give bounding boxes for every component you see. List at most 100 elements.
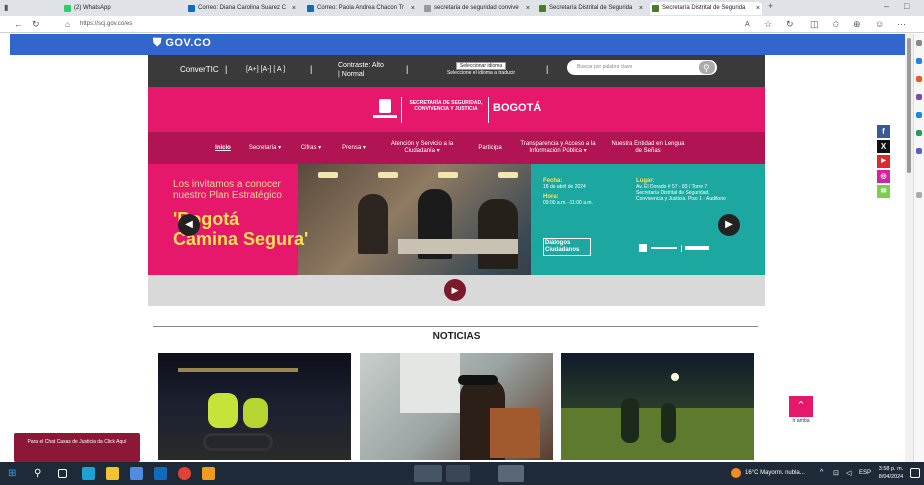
carousel-prev-button[interactable]: ◀ (178, 214, 200, 236)
minimize-icon[interactable]: – (884, 1, 889, 12)
add-icon[interactable] (916, 192, 922, 198)
nav-transparencia[interactable]: Transparencia y Acceso a la Información … (514, 132, 602, 164)
task-view-icon[interactable] (58, 469, 67, 478)
shopping-icon[interactable] (916, 76, 922, 82)
contrast-normal: | Normal (338, 71, 365, 78)
scrollbar-thumb[interactable] (907, 38, 911, 173)
youtube-icon[interactable]: ▶ (877, 155, 890, 168)
tray-chevron-icon[interactable]: ^ (820, 469, 823, 476)
back-icon[interactable]: ← (14, 19, 23, 30)
wall (400, 353, 460, 413)
tab-sdscj-active[interactable]: Secretaría Distrital de Segurida × (650, 2, 762, 15)
facebook-icon[interactable]: f (877, 125, 890, 138)
tab-mail-paola[interactable]: Correo: Paola Andrea Chacon Tr × (305, 2, 417, 15)
divider: | (546, 64, 549, 74)
nav-inicio[interactable]: Inicio (208, 132, 238, 164)
cap (458, 375, 498, 385)
games-icon[interactable] (916, 148, 922, 154)
close-icon[interactable]: × (526, 2, 530, 15)
hero-carousel[interactable]: Los invitamos a conocer nuestro Plan Est… (148, 164, 765, 275)
outlook-icon[interactable] (916, 112, 922, 118)
govco-logo[interactable]: ⛊ GOV.CO (153, 37, 211, 50)
nav-lengua-senas[interactable]: Nuestra Entidad en Lengua de Señas (609, 132, 687, 164)
split-screen-icon[interactable]: ◫ (810, 19, 819, 30)
refresh-icon[interactable]: ↻ (786, 19, 794, 30)
network-icon[interactable]: ⊡ (833, 469, 839, 477)
maximize-icon[interactable]: □ (904, 1, 909, 12)
search-button[interactable]: ⚲ (699, 61, 715, 74)
nav-atencion[interactable]: Atención y Servicio a la Ciudadanía ▾ (382, 132, 462, 164)
language-indicator[interactable]: ESP (859, 470, 871, 476)
read-aloud-icon[interactable]: A (745, 19, 750, 30)
close-icon[interactable]: × (292, 2, 296, 15)
convertic-link[interactable]: ConverTIC (180, 65, 219, 74)
contrast-toggle[interactable]: Contraste: Alto | Normal (338, 61, 384, 79)
tab-mail-diana[interactable]: Correo: Diana Carolina Suarez C × (186, 2, 298, 15)
window-thumbnail[interactable] (498, 465, 524, 482)
page-scrollbar[interactable] (905, 34, 913, 462)
window-menu-icon[interactable]: ▮ (4, 2, 8, 13)
news-card-police-motorcycles[interactable] (158, 353, 351, 460)
favorite-icon[interactable]: ☆ (764, 19, 772, 30)
favorites-icon[interactable]: ✩ (832, 19, 840, 30)
language-selector[interactable]: Seleccionar idioma Seleccione el idioma … (446, 62, 516, 76)
url-field[interactable]: ⌂ https://scj.gov.co/es (62, 18, 762, 31)
go-top-button[interactable]: ⌃ (789, 396, 813, 417)
tab-sdscj-1[interactable]: Secretaría Distrital de Segurida × (537, 2, 645, 15)
close-icon[interactable]: × (411, 2, 415, 15)
nav-secretaria[interactable]: Secretaría ▾ (242, 132, 288, 164)
window-thumbnail[interactable] (414, 465, 442, 482)
bogota-logo[interactable]: BOGOTÁ (493, 102, 541, 114)
notifications-icon[interactable] (910, 468, 920, 478)
carousel-play-button[interactable]: ▶ (444, 279, 466, 301)
news-card-inspection[interactable] (360, 353, 553, 460)
search-input[interactable]: Buscar por palabra clave ⚲ (567, 60, 717, 75)
profile-icon[interactable]: ☺ (875, 19, 884, 30)
search-icon[interactable]: ⚲ (34, 467, 47, 480)
close-icon[interactable]: × (756, 2, 760, 15)
social-links: f X ▶ ◎ ✉ (877, 125, 890, 200)
window-thumbnail[interactable] (446, 465, 470, 482)
chrome-icon[interactable] (178, 467, 191, 480)
street-lights (178, 368, 298, 372)
app-icon[interactable] (202, 467, 215, 480)
file-explorer-icon[interactable] (106, 467, 119, 480)
refresh-icon[interactable]: ↻ (32, 19, 40, 30)
carousel-next-button[interactable]: ▶ (718, 214, 740, 236)
collections-icon[interactable]: ⊕ (853, 19, 861, 30)
x-icon[interactable]: X (877, 140, 890, 153)
close-icon[interactable]: × (639, 2, 643, 15)
discover-icon[interactable] (916, 58, 922, 64)
weather-icon[interactable] (731, 468, 741, 478)
mail-icon[interactable] (154, 467, 167, 480)
edge-icon[interactable] (82, 467, 95, 480)
photo-table (398, 239, 518, 254)
weather-text[interactable]: 16°C Mayorm. nubla... (745, 470, 805, 476)
search-icon[interactable] (916, 40, 922, 46)
nav-prensa[interactable]: Prensa ▾ (334, 132, 374, 164)
instagram-icon[interactable]: ◎ (877, 170, 890, 183)
hora-value: 09:00 a.m. -11:00 a.m. (543, 200, 593, 206)
clock[interactable]: 3:58 p. m. 8/04/2024 (876, 465, 906, 481)
new-tab-icon[interactable]: + (768, 1, 773, 12)
tab-search[interactable]: secretaria de seguridad convive × (422, 2, 532, 15)
tab-whatsapp[interactable]: (2) WhatsApp (62, 2, 172, 15)
browser-address-bar: ← ↻ ⌂ https://scj.gov.co/es A ☆ ↻ ◫ ✩ ⊕ … (0, 16, 924, 33)
tools-icon[interactable] (916, 94, 922, 100)
more-icon[interactable]: ⋯ (897, 19, 906, 30)
go-top-label[interactable]: Ir arriba (783, 418, 819, 424)
volume-icon[interactable]: ◁ (846, 469, 851, 477)
chat-icon[interactable]: ✉ (877, 185, 890, 198)
news-card-night-patrol[interactable] (561, 353, 754, 460)
chat-casas-justicia-button[interactable]: Para el Chat Casas de Justicia da Click … (14, 433, 140, 462)
url-text: https://scj.gov.co/es (80, 21, 133, 27)
home-icon[interactable]: ⌂ (65, 19, 70, 30)
start-icon[interactable]: ⊞ (8, 467, 21, 480)
district-shield-logo[interactable] (373, 99, 397, 123)
font-size-controls[interactable]: [A+] [A-] [ A ] (246, 66, 285, 73)
language-select[interactable]: Seleccionar idioma (455, 62, 507, 70)
office-icon[interactable] (916, 130, 922, 136)
nav-participa[interactable]: Participa (470, 132, 510, 164)
store-icon[interactable] (130, 467, 143, 480)
nav-cifras[interactable]: Cifras ▾ (293, 132, 329, 164)
